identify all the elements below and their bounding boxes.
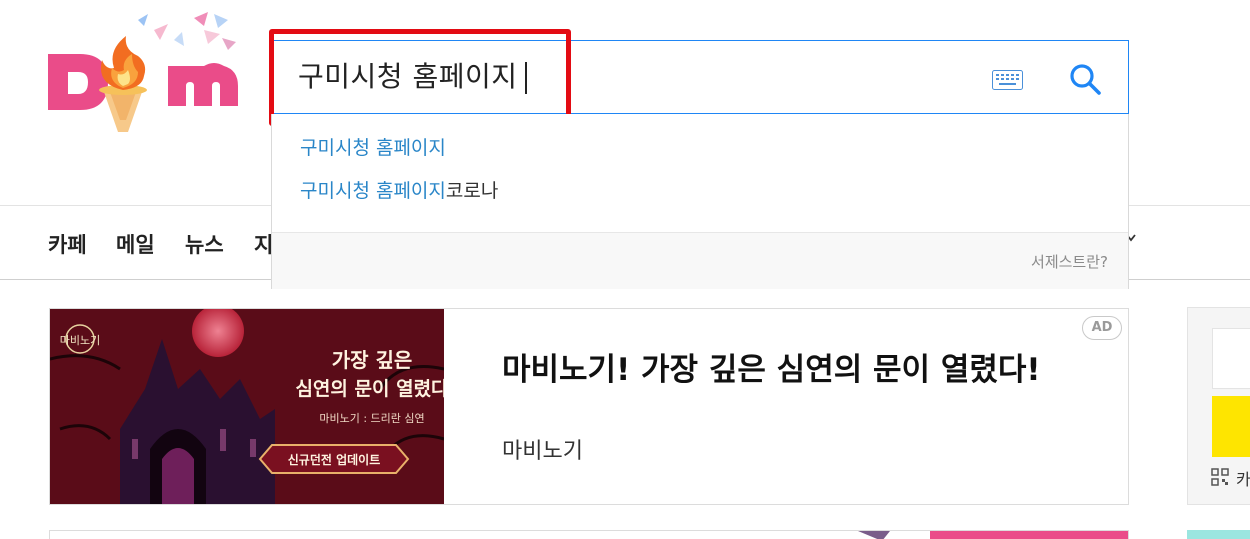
suggestion-item[interactable]: 구미시청 홈페이지코로나 <box>300 176 498 203</box>
ad-card[interactable]: 마비노기 가장 깊은 심연의 문이 열렸다 마비노기 : 드리란 심연 신규던전… <box>49 308 1129 505</box>
ad-artwork: 마비노기 가장 깊은 심연의 문이 열렸다 마비노기 : 드리란 심연 신규던전… <box>50 309 444 504</box>
ad-image-logo-text: 마비노기 <box>60 334 100 347</box>
suggestion-rest-text: 코로나 <box>445 180 499 202</box>
side-login-box[interactable] <box>1212 328 1250 389</box>
suggestion-match-text: 구미시청 홈페이지 <box>300 180 446 202</box>
card-banner-image <box>858 531 1128 539</box>
suggestion-match-text: 구미시청 홈페이지 <box>300 137 446 159</box>
suggestion-dropdown: 구미시청 홈페이지 구미시청 홈페이지코로나 서제스트란? <box>271 114 1129 289</box>
qr-code-icon[interactable] <box>1211 468 1229 486</box>
ad-image-button: 신규던전 업데이트 <box>288 452 381 467</box>
nav-item-cafe[interactable]: 카페 <box>48 229 87 259</box>
content-card[interactable] <box>49 530 1129 539</box>
daum-logo[interactable] <box>44 10 244 136</box>
suggestion-item[interactable]: 구미시청 홈페이지 <box>300 133 446 160</box>
keyboard-icon[interactable] <box>992 70 1023 90</box>
ad-title[interactable]: 마비노기! 가장 깊은 심연의 문이 열렸다! <box>502 347 1102 393</box>
ad-image-subtitle: 마비노기 : 드리란 심연 <box>319 412 424 425</box>
ad-advertiser[interactable]: 마비노기 <box>502 433 583 465</box>
annotation-highlight-box <box>269 29 571 126</box>
suggest-help-link[interactable]: 서제스트란? <box>1031 251 1108 272</box>
kakao-login-button[interactable] <box>1212 396 1250 457</box>
suggestion-footer: 서제스트란? <box>272 232 1128 289</box>
nav-item-news[interactable]: 뉴스 <box>185 229 224 259</box>
page: 구미시청 홈페이지 카페 메일 뉴스 지 구미시청 홈페이지 구미시청 홈페이지… <box>0 0 1250 539</box>
search-icon[interactable] <box>1068 62 1102 96</box>
side-label[interactable]: 카 <box>1236 466 1250 490</box>
nav-item-mail[interactable]: 메일 <box>116 229 155 259</box>
ad-image-headline-2: 심연의 문이 열렸다 <box>295 378 444 400</box>
ad-banner-image[interactable]: 마비노기 가장 깊은 심연의 문이 열렸다 마비노기 : 드리란 심연 신규던전… <box>50 309 444 504</box>
side-banner[interactable] <box>1187 530 1250 539</box>
ad-badge: AD <box>1082 316 1122 340</box>
ad-image-headline-1: 가장 깊은 <box>332 348 413 372</box>
